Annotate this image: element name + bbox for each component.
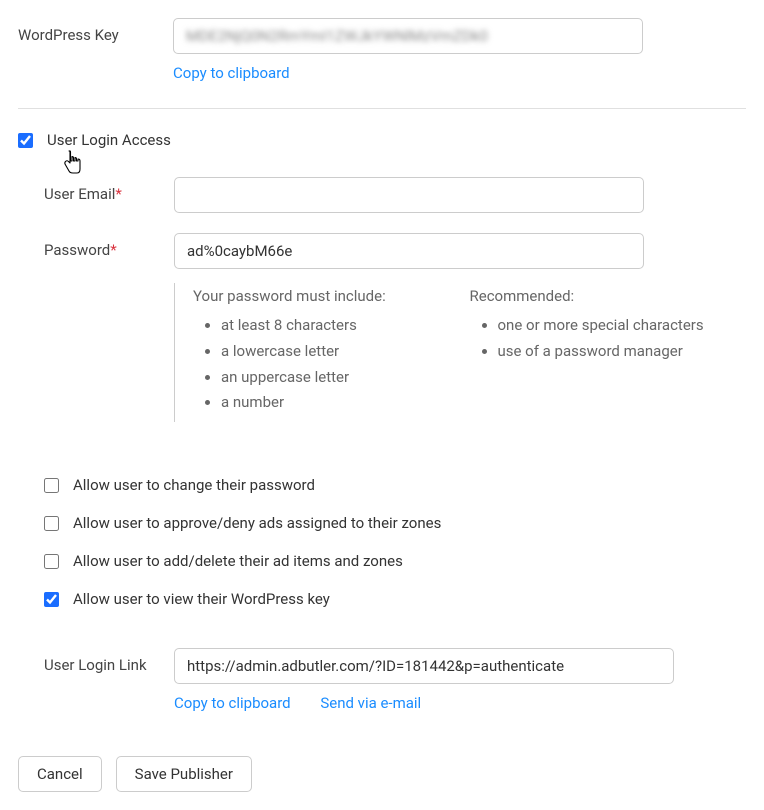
allow-change-password-checkbox[interactable] xyxy=(44,478,59,493)
cancel-button[interactable]: Cancel xyxy=(18,756,102,792)
password-rules: Your password must include: at least 8 c… xyxy=(174,283,746,422)
password-input[interactable] xyxy=(174,233,644,269)
allow-add-delete-label: Allow user to add/delete their ad items … xyxy=(73,552,403,570)
pointer-cursor-icon xyxy=(62,149,84,179)
user-login-link-input[interactable] xyxy=(174,648,674,684)
user-login-link-label: User Login Link xyxy=(44,648,174,674)
copy-login-link[interactable]: Copy to clipboard xyxy=(174,694,291,712)
password-rule-item: an uppercase letter xyxy=(221,367,470,389)
user-email-input[interactable] xyxy=(174,177,644,213)
user-login-access-checkbox[interactable] xyxy=(18,133,33,148)
user-email-label: User Email* xyxy=(44,177,174,203)
wordpress-key-label: WordPress Key xyxy=(18,18,173,44)
password-label: Password* xyxy=(44,233,174,259)
allow-change-password-label: Allow user to change their password xyxy=(73,476,315,494)
section-divider xyxy=(18,108,746,109)
allow-view-wpkey-label: Allow user to view their WordPress key xyxy=(73,590,330,608)
allow-approve-deny-checkbox[interactable] xyxy=(44,516,59,531)
allow-approve-deny-label: Allow user to approve/deny ads assigned … xyxy=(73,514,441,532)
allow-view-wpkey-checkbox[interactable] xyxy=(44,592,59,607)
wordpress-key-field[interactable]: MDE2NjQ0N2RmYmI1ZWJkYWNlMzVmZDk0 xyxy=(173,18,643,54)
save-publisher-button[interactable]: Save Publisher xyxy=(116,756,252,792)
wordpress-key-blurred-value: MDE2NjQ0N2RmYmI1ZWJkYWNlMzVmZDk0 xyxy=(186,27,488,45)
send-login-link-email[interactable]: Send via e-mail xyxy=(320,694,421,712)
password-rule-item: a number xyxy=(221,392,470,414)
password-rec-item: one or more special characters xyxy=(498,315,747,337)
copy-wordpress-key-link[interactable]: Copy to clipboard xyxy=(173,64,290,82)
password-must-heading: Your password must include: xyxy=(193,287,470,305)
allow-add-delete-checkbox[interactable] xyxy=(44,554,59,569)
password-rule-item: a lowercase letter xyxy=(221,341,470,363)
user-login-access-label: User Login Access xyxy=(47,131,171,149)
password-rec-heading: Recommended: xyxy=(470,287,747,305)
password-rec-item: use of a password manager xyxy=(498,341,747,363)
password-rule-item: at least 8 characters xyxy=(221,315,470,337)
